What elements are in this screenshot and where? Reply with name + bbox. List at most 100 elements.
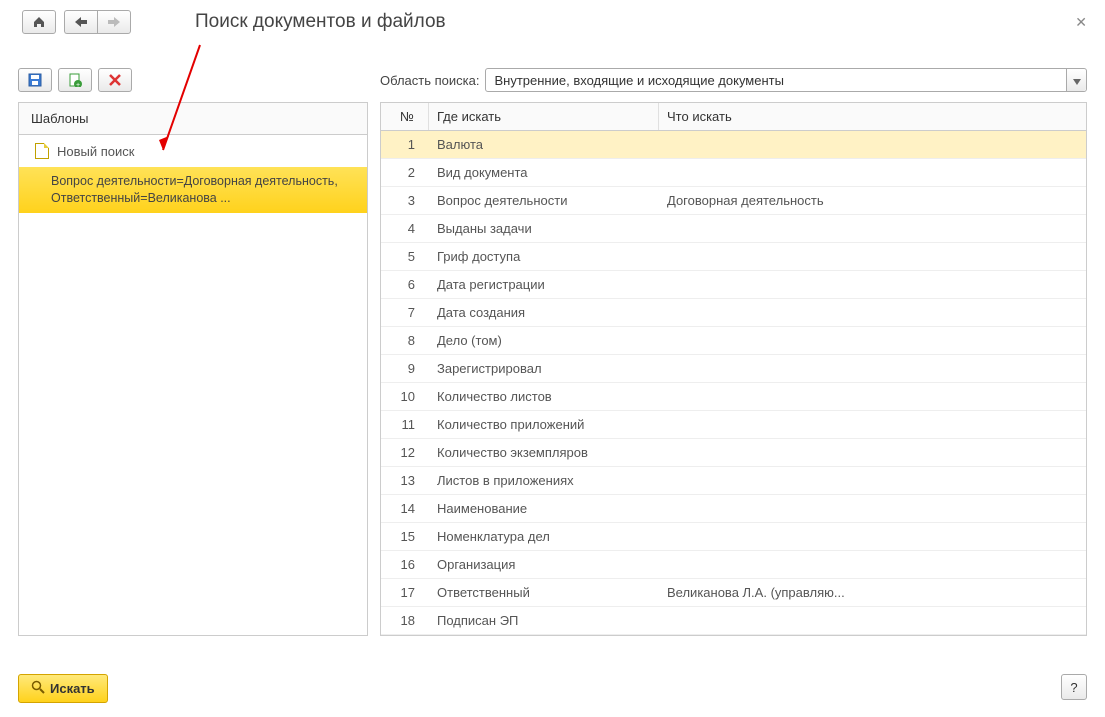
criteria-row-number: 5 [381, 243, 429, 270]
criteria-row-where: Номенклатура дел [429, 523, 659, 550]
criteria-row[interactable]: 13Листов в приложениях [381, 467, 1086, 495]
criteria-row-what [659, 439, 1086, 466]
criteria-row-where: Дело (том) [429, 327, 659, 354]
col-where-header: Где искать [429, 103, 659, 130]
criteria-row-what [659, 607, 1086, 634]
search-button[interactable]: Искать [18, 674, 108, 703]
criteria-row-what [659, 271, 1086, 298]
delete-icon [107, 72, 123, 88]
criteria-row-where: Организация [429, 551, 659, 578]
criteria-header: № Где искать Что искать [381, 103, 1086, 131]
criteria-row-number: 15 [381, 523, 429, 550]
criteria-row[interactable]: 14Наименование [381, 495, 1086, 523]
criteria-row-number: 6 [381, 271, 429, 298]
help-button-label: ? [1070, 680, 1077, 695]
criteria-row-number: 18 [381, 607, 429, 634]
dropdown-toggle[interactable] [1066, 69, 1086, 91]
criteria-row[interactable]: 2Вид документа [381, 159, 1086, 187]
criteria-row-what [659, 299, 1086, 326]
criteria-row-what [659, 383, 1086, 410]
criteria-row-number: 13 [381, 467, 429, 494]
new-doc-icon: + [67, 72, 83, 88]
template-new-search[interactable]: Новый поиск [19, 135, 367, 167]
criteria-row-number: 7 [381, 299, 429, 326]
criteria-row-what: Договорная деятельность [659, 187, 1086, 214]
help-button[interactable]: ? [1061, 674, 1087, 700]
criteria-row[interactable]: 15Номенклатура дел [381, 523, 1086, 551]
criteria-row[interactable]: 16Организация [381, 551, 1086, 579]
criteria-row-where: Подписан ЭП [429, 607, 659, 634]
criteria-row-what [659, 551, 1086, 578]
criteria-row-where: Количество экземпляров [429, 439, 659, 466]
criteria-row[interactable]: 4Выданы задачи [381, 215, 1086, 243]
criteria-row[interactable]: 18Подписан ЭП [381, 607, 1086, 635]
criteria-row-what [659, 159, 1086, 186]
arrow-left-icon [73, 14, 89, 30]
criteria-row-what: Великанова Л.А. (управляю... [659, 579, 1086, 606]
criteria-row-number: 10 [381, 383, 429, 410]
col-what-header: Что искать [659, 103, 1086, 130]
criteria-row-where: Листов в приложениях [429, 467, 659, 494]
criteria-row[interactable]: 11Количество приложений [381, 411, 1086, 439]
criteria-row-where: Гриф доступа [429, 243, 659, 270]
criteria-row-number: 3 [381, 187, 429, 214]
criteria-row-what [659, 243, 1086, 270]
arrow-right-icon [106, 14, 122, 30]
criteria-row-where: Дата создания [429, 299, 659, 326]
criteria-row-where: Зарегистрировал [429, 355, 659, 382]
criteria-row-where: Ответственный [429, 579, 659, 606]
delete-template-button[interactable] [98, 68, 132, 92]
criteria-row-where: Выданы задачи [429, 215, 659, 242]
criteria-row-what [659, 523, 1086, 550]
criteria-row[interactable]: 12Количество экземпляров [381, 439, 1086, 467]
save-template-button[interactable] [18, 68, 52, 92]
svg-text:+: + [76, 82, 80, 87]
criteria-row-number: 16 [381, 551, 429, 578]
criteria-row[interactable]: 10Количество листов [381, 383, 1086, 411]
criteria-row-what [659, 411, 1086, 438]
criteria-row-what [659, 215, 1086, 242]
criteria-row[interactable]: 6Дата регистрации [381, 271, 1086, 299]
criteria-row-number: 4 [381, 215, 429, 242]
criteria-row-what [659, 467, 1086, 494]
col-number-header: № [381, 103, 429, 130]
page-title: Поиск документов и файлов [195, 11, 446, 33]
forward-button[interactable] [97, 10, 131, 34]
criteria-row-number: 17 [381, 579, 429, 606]
criteria-row[interactable]: 9Зарегистрировал [381, 355, 1086, 383]
document-icon [35, 143, 49, 159]
criteria-row-where: Вопрос деятельности [429, 187, 659, 214]
criteria-row-where: Валюта [429, 131, 659, 158]
template-selected-label: Вопрос деятельности=Договорная деятельно… [51, 174, 338, 205]
search-scope-dropdown[interactable]: Внутренние, входящие и исходящие докумен… [485, 68, 1087, 92]
criteria-row-what [659, 355, 1086, 382]
close-button[interactable]: ✕ [1075, 14, 1087, 31]
criteria-row[interactable]: 8Дело (том) [381, 327, 1086, 355]
criteria-row-number: 1 [381, 131, 429, 158]
save-icon [27, 72, 43, 88]
new-template-button[interactable]: + [58, 68, 92, 92]
criteria-row[interactable]: 3Вопрос деятельностиДоговорная деятельно… [381, 187, 1086, 215]
criteria-row-where: Дата регистрации [429, 271, 659, 298]
criteria-row[interactable]: 7Дата создания [381, 299, 1086, 327]
criteria-row-where: Количество приложений [429, 411, 659, 438]
criteria-row-number: 14 [381, 495, 429, 522]
criteria-row-number: 2 [381, 159, 429, 186]
template-label: Новый поиск [57, 144, 134, 159]
home-icon [31, 14, 47, 30]
template-selected[interactable]: Вопрос деятельности=Договорная деятельно… [19, 167, 367, 213]
criteria-row-number: 8 [381, 327, 429, 354]
search-scope-label: Область поиска: [380, 73, 479, 88]
criteria-row-number: 12 [381, 439, 429, 466]
criteria-row[interactable]: 1Валюта [381, 131, 1086, 159]
templates-header: Шаблоны [19, 103, 367, 135]
magnifier-icon [31, 680, 45, 697]
criteria-row[interactable]: 5Гриф доступа [381, 243, 1086, 271]
back-button[interactable] [64, 10, 97, 34]
criteria-row[interactable]: 17ОтветственныйВеликанова Л.А. (управляю… [381, 579, 1086, 607]
home-button[interactable] [22, 10, 56, 34]
search-scope-value: Внутренние, входящие и исходящие докумен… [486, 69, 1066, 91]
criteria-row-what [659, 327, 1086, 354]
criteria-row-where: Количество листов [429, 383, 659, 410]
criteria-row-where: Наименование [429, 495, 659, 522]
